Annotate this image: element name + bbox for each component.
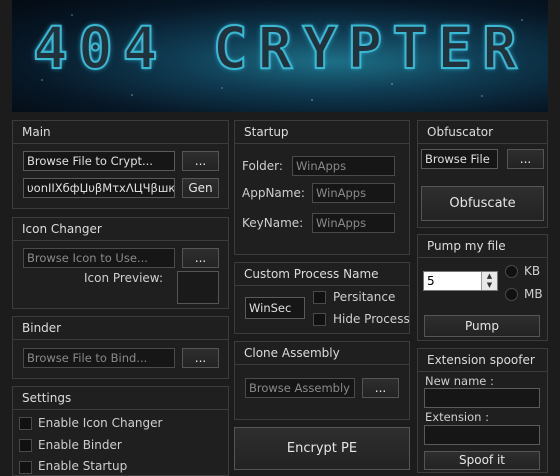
startup-folder-field[interactable]: WinApps bbox=[292, 156, 395, 176]
bind-file-path-field[interactable]: Browse File to Bind... bbox=[23, 348, 175, 368]
browse-crypt-file-button[interactable]: ... bbox=[182, 151, 219, 171]
spoof-it-button[interactable]: Spoof it bbox=[424, 451, 540, 470]
persistance-label: Persitance bbox=[333, 290, 396, 304]
pump-size-spinner[interactable]: 5 ▲ ▼ bbox=[423, 271, 498, 291]
pump-title: Pump my file bbox=[418, 235, 547, 258]
browse-bind-file-button[interactable]: ... bbox=[182, 348, 219, 368]
assembly-path-field[interactable]: Browse Assembly bbox=[245, 378, 355, 398]
binder-title: Binder bbox=[13, 317, 228, 340]
browse-icon-button[interactable]: ... bbox=[182, 248, 219, 268]
new-name-label: New name : bbox=[425, 374, 494, 388]
hide-process-label: Hide Process bbox=[333, 312, 410, 326]
keyname-label: KeyName: bbox=[242, 216, 304, 230]
spinner-arrows-icon[interactable]: ▲ ▼ bbox=[481, 272, 497, 290]
encrypt-pe-button[interactable]: Encrypt PE bbox=[234, 427, 410, 470]
enable-icon-changer-checkbox[interactable] bbox=[19, 417, 32, 430]
main-panel-title: Main bbox=[13, 121, 228, 144]
folder-label: Folder: bbox=[242, 159, 283, 173]
extension-spoofer-title: Extension spoofer bbox=[418, 349, 547, 372]
browse-assembly-button[interactable]: ... bbox=[362, 378, 399, 398]
new-name-field[interactable] bbox=[424, 388, 540, 408]
extension-label: Extension : bbox=[425, 410, 489, 424]
enable-binder-checkbox[interactable] bbox=[19, 439, 32, 452]
persistance-checkbox[interactable] bbox=[313, 291, 326, 304]
settings-title: Settings bbox=[13, 387, 228, 410]
obfuscator-title: Obfuscator bbox=[418, 121, 547, 144]
mb-radio[interactable] bbox=[505, 288, 518, 301]
kb-label: KB bbox=[524, 264, 541, 278]
extension-field[interactable] bbox=[424, 425, 540, 445]
icon-changer-title: Icon Changer bbox=[13, 218, 228, 241]
icon-preview-label: Icon Preview: bbox=[84, 271, 163, 285]
icon-file-path-field[interactable]: Browse Icon to Use... bbox=[23, 248, 175, 268]
obfuscate-file-field[interactable]: Browse File bbox=[421, 149, 498, 169]
startup-keyname-field[interactable]: WinApps bbox=[312, 213, 395, 233]
hide-process-checkbox[interactable] bbox=[313, 313, 326, 326]
obfuscate-button[interactable]: Obfuscate bbox=[421, 186, 544, 221]
enable-icon-changer-label: Enable Icon Changer bbox=[38, 416, 163, 430]
process-name-field[interactable]: WinSec bbox=[245, 297, 305, 319]
custom-process-title: Custom Process Name bbox=[235, 263, 409, 286]
encryption-key-field[interactable]: υonIIXбфЏυβMτxΛЦЧβшк bbox=[23, 178, 175, 198]
header-banner: 404 CRYPTER bbox=[12, 0, 548, 112]
kb-radio[interactable] bbox=[505, 265, 518, 278]
enable-startup-label: Enable Startup bbox=[38, 459, 128, 473]
icon-preview-box bbox=[177, 271, 219, 304]
startup-appname-field[interactable]: WinApps bbox=[312, 183, 395, 203]
crypt-file-path-field[interactable]: Browse File to Crypt... bbox=[23, 151, 175, 171]
enable-startup-checkbox[interactable] bbox=[19, 461, 32, 474]
clone-assembly-title: Clone Assembly bbox=[235, 342, 409, 365]
mb-label: MB bbox=[524, 287, 543, 301]
generate-key-button[interactable]: Gen bbox=[182, 178, 219, 198]
appname-label: AppName: bbox=[242, 186, 305, 200]
app-logo-title: 404 CRYPTER bbox=[32, 13, 528, 83]
startup-title: Startup bbox=[235, 121, 409, 144]
pump-button[interactable]: Pump bbox=[424, 315, 540, 337]
browse-obfuscate-button[interactable]: ... bbox=[507, 149, 544, 169]
pump-size-value: 5 bbox=[427, 274, 435, 288]
enable-binder-label: Enable Binder bbox=[38, 438, 122, 452]
